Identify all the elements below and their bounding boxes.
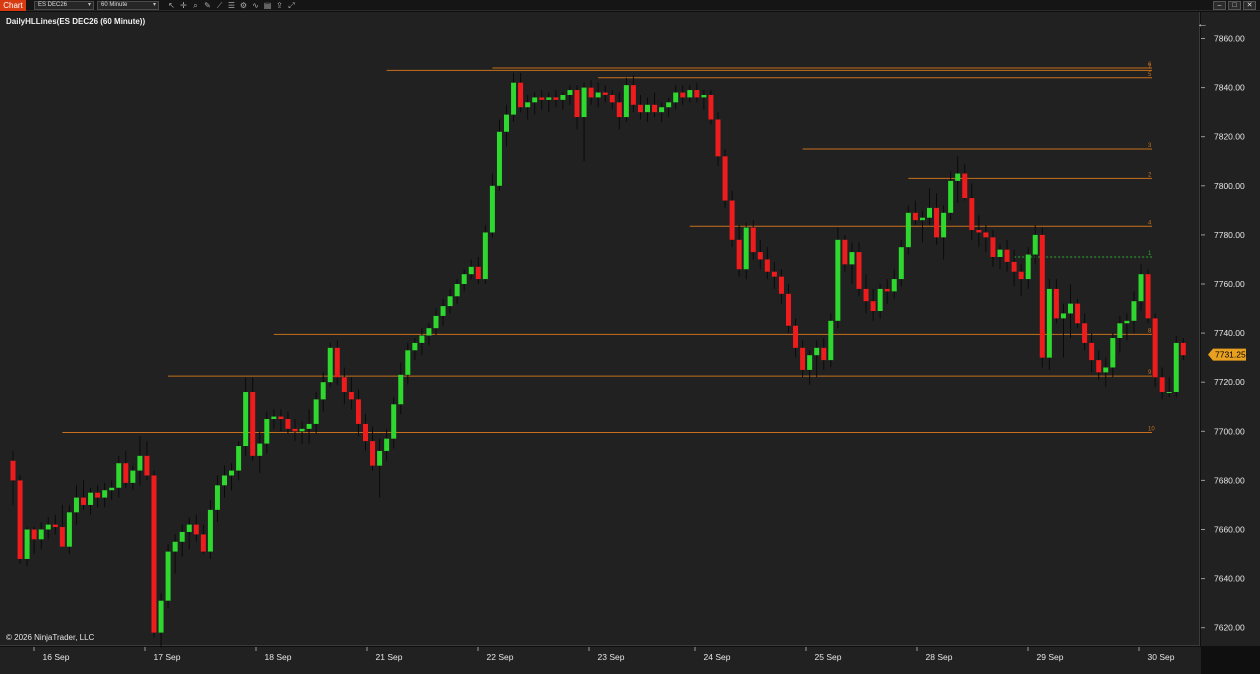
period-value: 60 Minute bbox=[101, 2, 128, 8]
line-icon[interactable]: ⟋ bbox=[214, 0, 225, 11]
time-axis[interactable] bbox=[0, 647, 1201, 674]
minimize-button[interactable]: – bbox=[1213, 1, 1226, 10]
period-selector[interactable]: 60 Minute ▾ bbox=[97, 1, 159, 10]
indicator-icon[interactable]: ∿ bbox=[250, 0, 261, 11]
maximize-button[interactable]: □ bbox=[1228, 1, 1241, 10]
template-icon[interactable]: ▤ bbox=[262, 0, 273, 11]
instrument-selector[interactable]: ES DEC26 ▾ bbox=[34, 1, 94, 10]
close-button[interactable]: ✕ bbox=[1243, 1, 1256, 10]
draw-icon[interactable]: ✎ bbox=[202, 0, 213, 11]
zoom-icon[interactable]: ⌕ bbox=[190, 0, 201, 11]
indicator-label: DailyHLLines(ES DEC26 (60 Minute)) bbox=[6, 17, 146, 26]
properties-icon[interactable]: ☰ bbox=[226, 0, 237, 11]
price-axis[interactable] bbox=[1201, 12, 1260, 646]
back-arrow-icon[interactable]: ← bbox=[1197, 18, 1208, 30]
price-panel[interactable] bbox=[0, 12, 1200, 646]
instrument-value: ES DEC26 bbox=[38, 2, 68, 8]
copyright: © 2026 NinjaTrader, LLC bbox=[6, 633, 95, 642]
fullscreen-icon[interactable]: ⤢ bbox=[286, 0, 297, 11]
cursor-icon[interactable]: ↖ bbox=[166, 0, 177, 11]
crosshair-icon[interactable]: ✛ bbox=[178, 0, 189, 11]
strategy-icon[interactable]: ⚙ bbox=[238, 0, 249, 11]
chevron-down-icon: ▾ bbox=[152, 2, 156, 8]
toolbar: Chart ES DEC26 ▾ 60 Minute ▾ ↖ ✛ ⌕ ✎ ⟋ ☰… bbox=[0, 0, 1260, 11]
chart-tab[interactable]: Chart bbox=[0, 0, 26, 11]
chevron-down-icon: ▾ bbox=[87, 2, 91, 8]
share-icon[interactable]: ⇪ bbox=[274, 0, 285, 11]
